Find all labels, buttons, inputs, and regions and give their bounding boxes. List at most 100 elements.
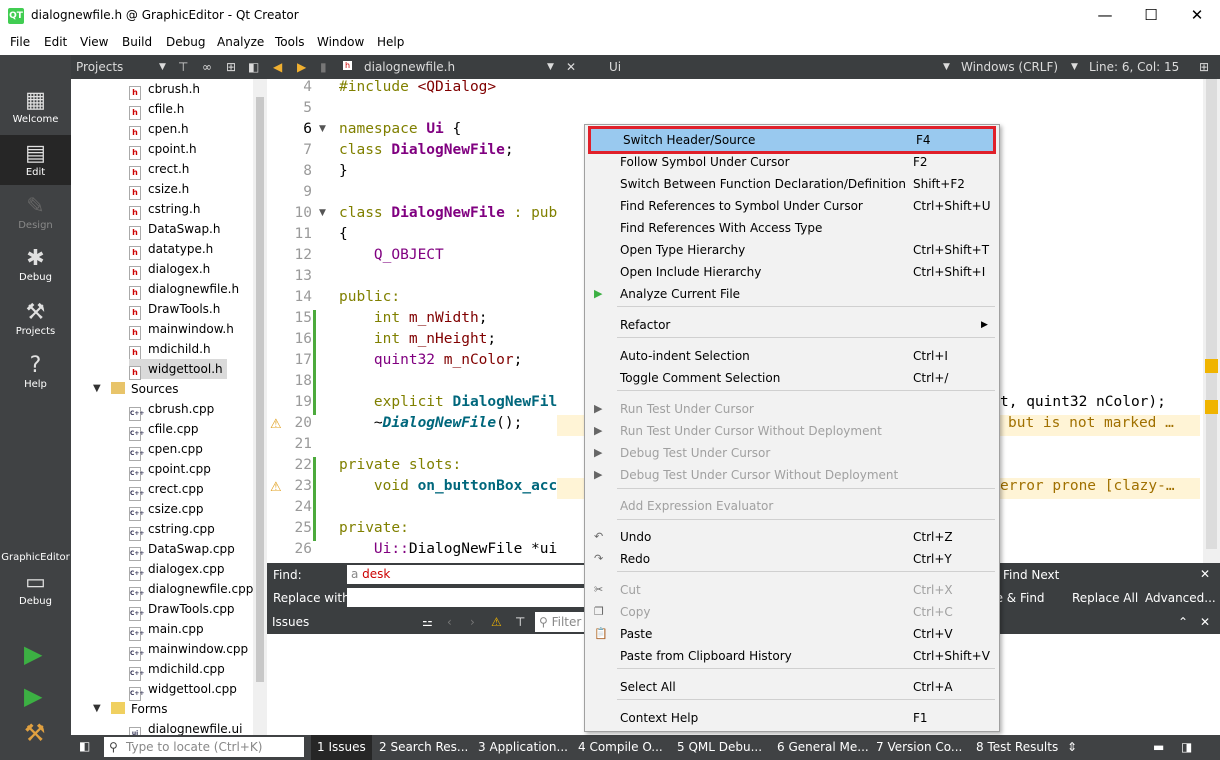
line-ending-selector[interactable]: Windows (CRLF) <box>961 60 1058 74</box>
close-icon[interactable]: ✕ <box>1200 567 1210 581</box>
tree-file-item[interactable]: C++ mainwindow.cpp <box>129 639 248 661</box>
maximize-button[interactable]: ☐ <box>1128 0 1174 32</box>
tree-file-item[interactable]: h crect.h <box>129 159 193 180</box>
tree-file-item[interactable]: h mdichild.h <box>129 339 215 360</box>
tree-file-item[interactable]: h dialogex.h <box>129 259 214 280</box>
tree-file-item[interactable]: h cbrush.h <box>129 79 204 100</box>
output-tab-issues[interactable]: 1 Issues <box>311 735 372 760</box>
context-menu-item-open-include-hierarchy[interactable]: Open Include Hierarchy Ctrl+Shift+I <box>588 261 996 283</box>
menu-build[interactable]: Build <box>122 35 152 49</box>
find-input[interactable]: a desk <box>347 565 584 584</box>
menu-help[interactable]: Help <box>377 35 404 49</box>
tree-file-item[interactable]: C++ cpoint.cpp <box>129 459 211 481</box>
mode-projects[interactable]: ⚒ Projects <box>0 300 71 344</box>
tree-file-item[interactable]: ui dialognewfile.ui <box>129 719 242 735</box>
tree-file-item[interactable]: h DrawTools.h <box>129 299 224 320</box>
more-tabs-icon[interactable]: ⇕ <box>1067 740 1077 754</box>
tree-file-item[interactable]: C++ cfile.cpp <box>129 419 199 441</box>
filter-icon[interactable]: ⊤ <box>178 60 188 74</box>
split-icon[interactable]: ⊞ <box>226 60 236 74</box>
mode-help[interactable]: ? Help <box>0 353 71 397</box>
context-menu-item-redo[interactable]: ↷ Redo Ctrl+Y <box>588 548 996 570</box>
output-tab-application[interactable]: 3 Application... <box>478 740 568 754</box>
tree-file-item[interactable]: C++ dialogex.cpp <box>129 559 225 581</box>
tree-file-item[interactable]: C++ crect.cpp <box>129 479 204 501</box>
build-hammer-icon[interactable]: ⚒ <box>24 719 46 747</box>
progress-icon[interactable]: ▬ <box>1153 740 1164 754</box>
tree-file-item[interactable]: h widgettool.h <box>129 359 227 380</box>
tree-file-item[interactable]: h dialognewfile.h <box>129 279 243 300</box>
tree-file-item[interactable]: h cpoint.h <box>129 139 201 160</box>
tree-file-item[interactable]: h cfile.h <box>129 99 188 120</box>
menu-edit[interactable]: Edit <box>44 35 67 49</box>
editor-scrollbar[interactable] <box>1203 79 1220 563</box>
menu-file[interactable]: File <box>10 35 30 49</box>
fold-arrow-icon[interactable]: ▼ <box>319 124 326 134</box>
cursor-position[interactable]: Line: 6, Col: 15 <box>1089 60 1179 74</box>
output-tab-version-control[interactable]: 7 Version Co... <box>876 740 962 754</box>
tree-file-item[interactable]: h csize.h <box>129 179 193 200</box>
context-menu-item-follow-symbol-under-cursor[interactable]: Follow Symbol Under Cursor F2 <box>588 151 996 173</box>
find-options-icon[interactable]: a <box>351 567 362 581</box>
close-document-icon[interactable]: ✕ <box>566 60 576 74</box>
context-menu-item-analyze-current-file[interactable]: ▶ Analyze Current File <box>588 283 996 305</box>
context-menu-item-switch-between-function-declaration-definition[interactable]: Switch Between Function Declaration/Defi… <box>588 173 996 195</box>
replace-input[interactable] <box>347 588 584 607</box>
context-menu-item-refactor[interactable]: Refactor ▶ <box>588 314 996 336</box>
mode-welcome[interactable]: ▦ Welcome <box>0 88 71 132</box>
split-icon[interactable]: ⊞ <box>1199 60 1209 74</box>
context-menu-item-switch-header-source[interactable]: Switch Header/Source F4 <box>588 126 996 154</box>
debug-run-icon[interactable]: ▶ <box>24 682 42 710</box>
minimize-button[interactable]: — <box>1082 0 1128 32</box>
output-tab-search[interactable]: 2 Search Res... <box>379 740 468 754</box>
projects-view-selector[interactable]: Projects <box>76 60 123 74</box>
mode-debug[interactable]: ✱ Debug <box>0 246 71 290</box>
chevron-down-icon[interactable]: ▼ <box>943 62 950 72</box>
close-button[interactable]: ✕ <box>1174 0 1220 32</box>
context-menu-item-open-type-hierarchy[interactable]: Open Type Hierarchy Ctrl+Shift+T <box>588 239 996 261</box>
mode-design[interactable]: ✎ Design <box>0 194 71 238</box>
menu-view[interactable]: View <box>80 35 108 49</box>
tree-file-item[interactable]: C++ main.cpp <box>129 619 204 641</box>
close-icon[interactable]: ✕ <box>1200 615 1210 629</box>
mode-edit[interactable]: ▤ Edit <box>0 135 71 185</box>
next-icon[interactable]: › <box>470 615 475 629</box>
tree-file-item[interactable]: h cpen.h <box>129 119 193 140</box>
context-menu-item-find-references-with-access-type[interactable]: Find References With Access Type <box>588 217 996 239</box>
run-icon[interactable]: ▶ <box>24 640 42 668</box>
tree-scrollbar[interactable] <box>253 79 267 735</box>
tree-file-item[interactable]: C++ cstring.cpp <box>129 519 215 541</box>
chevron-down-icon[interactable]: ▼ <box>93 703 101 714</box>
toggle-sidebar-icon[interactable]: ◧ <box>79 739 90 753</box>
tree-file-item[interactable]: C++ mdichild.cpp <box>129 659 225 681</box>
context-menu-item-paste[interactable]: 📋 Paste Ctrl+V <box>588 623 996 645</box>
clean-icon[interactable]: ⚍ <box>422 615 433 629</box>
close-pane-icon[interactable]: ◧ <box>248 60 259 74</box>
scrollbar-thumb[interactable] <box>256 97 264 682</box>
context-menu-item-undo[interactable]: ↶ Undo Ctrl+Z <box>588 526 996 548</box>
issues-filter-input[interactable]: ⚲ Filter <box>535 612 585 632</box>
tree-file-item[interactable]: C++ widgettool.cpp <box>129 679 237 701</box>
chevron-down-icon[interactable]: ▼ <box>1071 62 1078 72</box>
tree-file-item[interactable]: h DataSwap.h <box>129 219 224 240</box>
context-menu-item-toggle-comment-selection[interactable]: Toggle Comment Selection Ctrl+/ <box>588 367 996 389</box>
filter-icon[interactable]: ⊤ <box>515 615 525 629</box>
context-menu-item-auto-indent-selection[interactable]: Auto-indent Selection Ctrl+I <box>588 345 996 367</box>
context-menu-item-paste-from-clipboard-history[interactable]: Paste from Clipboard History Ctrl+Shift+V <box>588 645 996 667</box>
tree-file-item[interactable]: C++ DataSwap.cpp <box>129 539 235 561</box>
find-next-button[interactable]: Find Next <box>1003 568 1059 582</box>
tree-file-item[interactable]: C++ csize.cpp <box>129 499 204 521</box>
context-menu-item-context-help[interactable]: Context Help F1 <box>588 707 996 729</box>
file-tab[interactable]: dialognewfile.h <box>364 60 455 74</box>
kit-selector[interactable]: ▭ Debug <box>0 570 71 618</box>
output-tab-general[interactable]: 6 General Me... <box>777 740 869 754</box>
tree-file-item[interactable]: C++ cpen.cpp <box>129 439 203 461</box>
chevron-down-icon[interactable]: ▼ <box>93 383 101 394</box>
menu-debug[interactable]: Debug <box>166 35 205 49</box>
prev-icon[interactable]: ‹ <box>447 615 452 629</box>
output-tab-test-results[interactable]: 8 Test Results <box>976 740 1058 754</box>
chevron-down-icon[interactable]: ▼ <box>159 62 166 72</box>
chevron-down-icon[interactable]: ▼ <box>547 62 554 72</box>
scrollbar-thumb[interactable] <box>1206 79 1217 549</box>
advanced-button[interactable]: Advanced... <box>1145 591 1216 605</box>
